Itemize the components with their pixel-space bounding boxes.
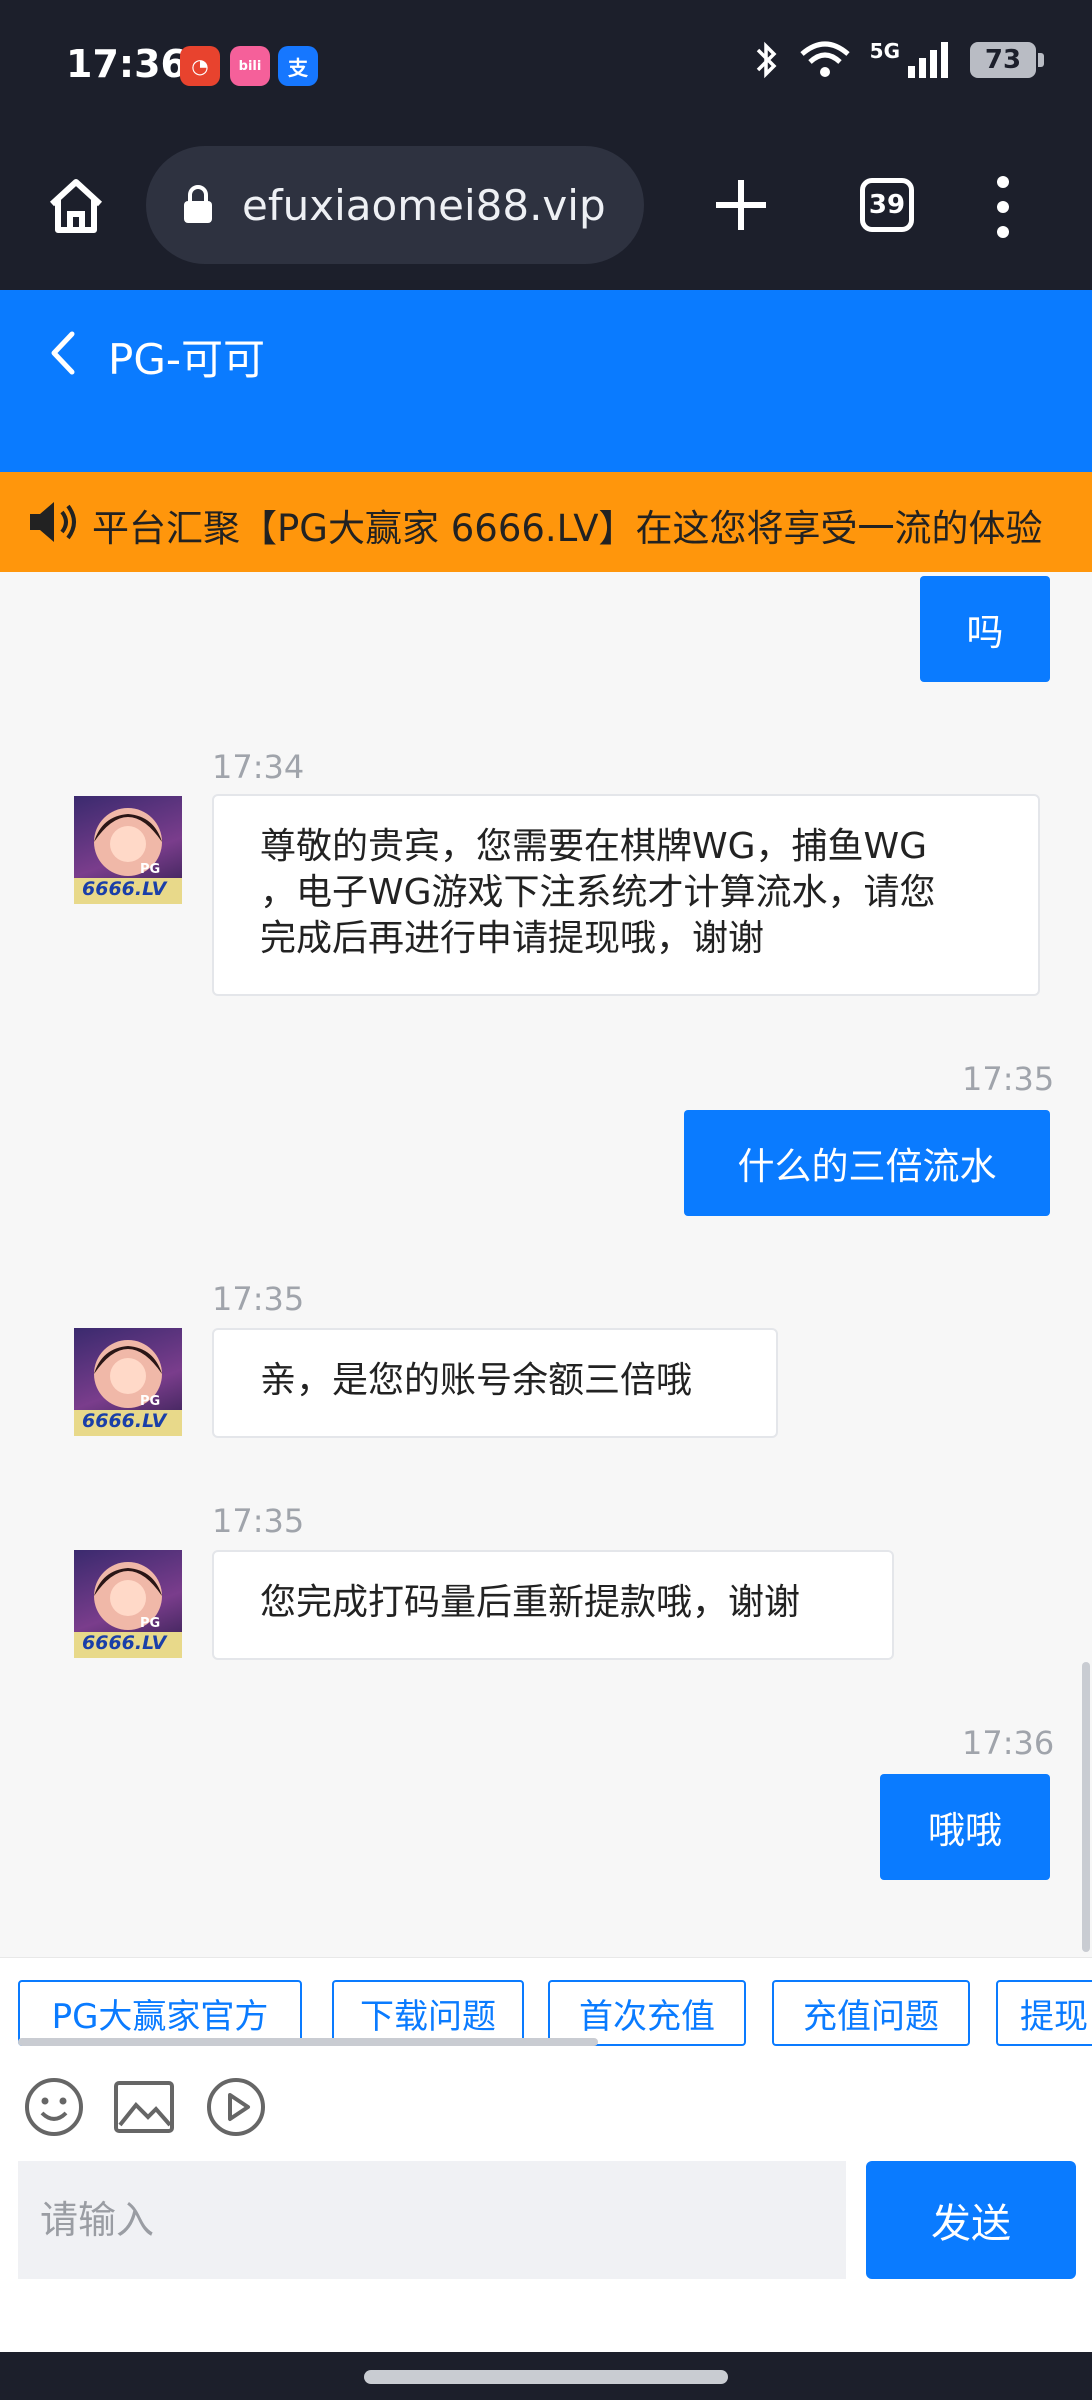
chat-tools — [0, 2057, 1092, 2157]
message-scrollbar[interactable] — [1082, 1662, 1090, 1952]
status-bar: 17:36 ◔ bili 支 5G 73 — [0, 0, 1092, 130]
message-time: 17:35 — [212, 1280, 305, 1318]
status-right-cluster: 5G 73 — [752, 39, 1044, 80]
back-icon[interactable] — [46, 328, 80, 378]
message-input[interactable] — [18, 2161, 846, 2279]
home-icon[interactable] — [44, 174, 108, 238]
agent-avatar: PG 6666.LV — [74, 796, 182, 904]
message-line: 尊敬的贵宾，您需要在棋牌WG，捕鱼WG — [260, 826, 927, 867]
quick-reply-chip[interactable]: PG大赢家官方 — [18, 1980, 302, 2046]
wifi-icon — [800, 41, 850, 77]
network-type: 5G — [869, 39, 900, 63]
message-composer: 发送 — [0, 2157, 1092, 2352]
message-bubble-outgoing: 吗 — [920, 576, 1050, 682]
agent-avatar: PG 6666.LV — [74, 1550, 182, 1658]
quick-reply-chip[interactable]: 下载问题 — [332, 1980, 524, 2046]
message-line: 完成后再进行申请提现哦，谢谢 — [260, 918, 765, 959]
message-text: 您完成打码量后重新提款哦，谢谢 — [260, 1582, 801, 1623]
announcement-text: 平台汇聚【PG大赢家 6666.LV】在这您将享受一流的体验 — [92, 507, 1043, 550]
quick-reply-scrollbar[interactable] — [18, 2038, 598, 2046]
message-text: 吗 — [966, 611, 1004, 654]
bilibili-icon: bili — [230, 46, 270, 86]
image-icon[interactable] — [112, 2075, 176, 2139]
quick-reply-chip[interactable]: 首次充值 — [548, 1980, 746, 2046]
message-line: ，电子WG游戏下注系统才计算流水，请您 — [260, 872, 936, 913]
send-button[interactable]: 发送 — [866, 2161, 1076, 2279]
message-text: 哦哦 — [928, 1809, 1002, 1852]
alipay-icon: 支 — [278, 46, 318, 86]
browser-toolbar: efuxiaomei88.vip 39 — [0, 130, 1092, 290]
bluetooth-icon — [756, 41, 777, 79]
message-text: 亲，是您的账号余额三倍哦 — [260, 1360, 693, 1401]
message-time: 17:35 — [212, 1502, 305, 1540]
avatar-label: 6666.LV — [82, 878, 167, 900]
status-time: 17:36 — [66, 42, 187, 86]
tab-switcher-button[interactable]: 39 — [860, 178, 914, 232]
address-bar[interactable]: efuxiaomei88.vip — [146, 146, 644, 264]
message-time: 17:35 — [962, 1060, 1055, 1098]
battery-icon: 73 — [970, 42, 1044, 78]
message-bubble-incoming: 您完成打码量后重新提款哦，谢谢 — [212, 1550, 894, 1660]
message-time: 17:36 — [962, 1724, 1055, 1762]
system-nav-bar — [0, 2352, 1092, 2400]
lock-icon — [184, 185, 212, 223]
emoji-icon[interactable] — [22, 2075, 86, 2139]
quick-reply-chip[interactable]: 提现 — [996, 1980, 1092, 2046]
avatar-badge: PG — [140, 1394, 161, 1409]
gesture-handle[interactable] — [364, 2370, 728, 2384]
message-bubble-incoming: 尊敬的贵宾，您需要在棋牌WG，捕鱼WG ，电子WG游戏下注系统才计算流水，请您 … — [212, 794, 1040, 996]
message-bubble-outgoing: 哦哦 — [880, 1774, 1050, 1880]
avatar-label: 6666.LV — [82, 1410, 167, 1432]
chat-header: PG-可可 — [0, 290, 1092, 472]
quick-reply-chip[interactable]: 充值问题 — [772, 1980, 970, 2046]
message-bubble-incoming: 亲，是您的账号余额三倍哦 — [212, 1328, 778, 1438]
announcement-bar: 平台汇聚【PG大赢家 6666.LV】在这您将享受一流的体验 — [0, 472, 1092, 572]
message-bubble-outgoing: 什么的三倍流水 — [684, 1110, 1050, 1216]
chat-title: PG-可可 — [108, 335, 266, 384]
url-text: efuxiaomei88.vip — [242, 180, 606, 230]
more-options-icon[interactable] — [990, 172, 1016, 242]
message-list[interactable]: 吗 17:34 PG 6666.LV 尊敬的贵宾，您需要在棋牌WG，捕鱼WG ，… — [0, 572, 1092, 1957]
avatar-label: 6666.LV — [82, 1632, 167, 1654]
message-text: 什么的三倍流水 — [737, 1145, 997, 1188]
new-tab-icon[interactable] — [712, 176, 770, 234]
agent-avatar: PG 6666.LV — [74, 1328, 182, 1436]
video-icon[interactable] — [204, 2075, 268, 2139]
message-time: 17:34 — [212, 748, 305, 786]
avatar-badge: PG — [140, 862, 161, 877]
signal-icon — [908, 42, 948, 78]
red-app-icon: ◔ — [180, 46, 220, 86]
avatar-badge: PG — [140, 1616, 161, 1631]
speaker-icon — [30, 502, 76, 542]
